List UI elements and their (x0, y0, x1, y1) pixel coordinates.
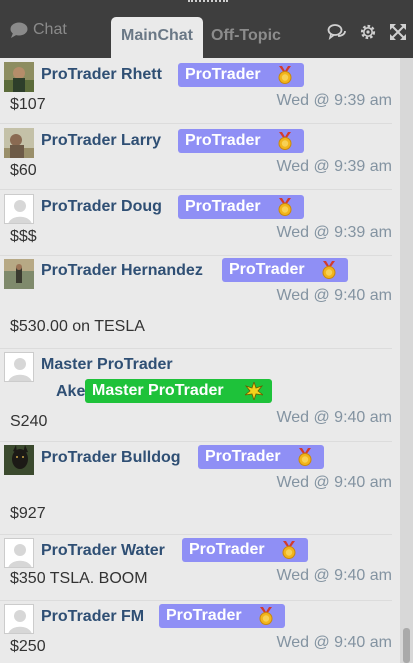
message-author[interactable]: Master ProTrader (41, 356, 173, 374)
message-item: ProTrader Rhett ProTrader Wed @ 9:39 am … (0, 58, 392, 124)
message-timestamp: Wed @ 9:40 am (276, 634, 392, 651)
message-author[interactable]: ProTrader FM (41, 608, 144, 626)
medal-icon (320, 261, 338, 279)
message-timestamp: Wed @ 9:39 am (276, 224, 392, 241)
message-item: ProTrader Doug ProTrader Wed @ 9:39 am $… (0, 190, 392, 256)
medal-icon (257, 607, 275, 625)
message-list[interactable]: ProTrader Rhett ProTrader Wed @ 9:39 am … (0, 58, 400, 663)
message-author[interactable]: ProTrader Larry (41, 132, 161, 150)
message-text: $350 TSLA. BOOM (10, 570, 148, 587)
message-text: $107 (10, 96, 46, 113)
default-user-icon[interactable] (4, 604, 34, 634)
chat-header: Chat MainChat Off-Topic (0, 0, 413, 58)
message-author[interactable]: ProTrader Bulldog (41, 449, 181, 467)
medal-icon (276, 66, 294, 84)
message-timestamp: Wed @ 9:40 am (276, 567, 392, 584)
chat-bubbles-icon[interactable] (327, 22, 347, 42)
dog-photo-icon[interactable] (4, 445, 34, 475)
protrader-badge: ProTrader (178, 63, 304, 87)
message-timestamp: Wed @ 9:39 am (276, 92, 392, 109)
protrader-badge: ProTrader (198, 445, 324, 469)
master-protrader-badge: Master ProTrader (85, 379, 272, 403)
message-item: ProTrader Hernandez ProTrader Wed @ 9:40… (0, 256, 392, 349)
protrader-badge: ProTrader (178, 195, 304, 219)
photo-icon[interactable] (4, 128, 34, 158)
protrader-badge: ProTrader (222, 258, 348, 282)
photo-icon[interactable] (4, 259, 34, 289)
message-timestamp: Wed @ 9:40 am (276, 474, 392, 491)
scrollbar-thumb[interactable] (403, 628, 410, 663)
message-author[interactable]: ProTrader Doug (41, 198, 162, 216)
chat-title-label: Chat (33, 21, 67, 38)
medal-icon (280, 541, 298, 559)
message-text: $927 (10, 505, 46, 522)
scrollbar[interactable] (400, 58, 413, 663)
protrader-badge: ProTrader (182, 538, 308, 562)
message-timestamp: Wed @ 9:40 am (276, 287, 392, 304)
message-item: ProTrader Bulldog ProTrader Wed @ 9:40 a… (0, 442, 392, 535)
protrader-badge: ProTrader (178, 129, 304, 153)
message-timestamp: Wed @ 9:39 am (276, 158, 392, 175)
message-text: $60 (10, 162, 37, 179)
message-text: $$$ (10, 228, 37, 245)
message-author[interactable]: ProTrader Water (41, 542, 165, 560)
message-author[interactable]: ProTrader Rhett (41, 66, 162, 84)
message-timestamp: Wed @ 9:40 am (276, 409, 392, 426)
message-text: $530.00 on TESLA (10, 318, 145, 335)
message-item: Master ProTrader Aker Master ProTrader W… (0, 349, 392, 442)
default-user-icon[interactable] (4, 538, 34, 568)
message-item: ProTrader FM ProTrader Wed @ 9:40 am $25… (0, 601, 392, 663)
message-text: S240 (10, 413, 48, 430)
medal-icon (276, 198, 294, 216)
default-user-icon[interactable] (4, 194, 34, 224)
tab-mainchat[interactable]: MainChat (111, 17, 203, 58)
medal-icon (296, 448, 314, 466)
tab-off-topic[interactable]: Off-Topic (211, 27, 281, 45)
message-item: ProTrader Water ProTrader Wed @ 9:40 am … (0, 535, 392, 601)
photo-icon[interactable] (4, 62, 34, 92)
message-text: $250 (10, 638, 46, 655)
drag-handle[interactable] (188, 0, 228, 4)
gear-icon[interactable] (358, 22, 378, 42)
chat-title: Chat (10, 21, 67, 39)
protrader-badge: ProTrader (159, 604, 285, 628)
chat-bubble-icon (10, 22, 28, 38)
message-author[interactable]: ProTrader Hernandez (41, 262, 203, 280)
medal-icon (276, 132, 294, 150)
starburst-icon (245, 382, 263, 400)
expand-icon[interactable] (388, 22, 408, 42)
default-user-icon[interactable] (4, 352, 34, 382)
message-item: ProTrader Larry ProTrader Wed @ 9:39 am … (0, 124, 392, 190)
